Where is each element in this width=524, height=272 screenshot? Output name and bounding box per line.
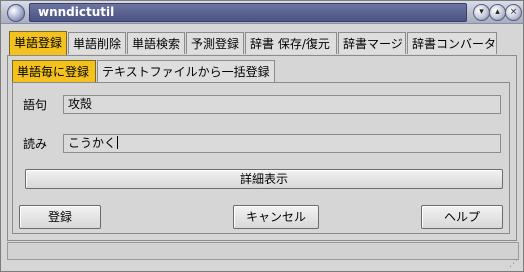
title-bar[interactable]: wnndictutil ▾ ▴ × — [1, 1, 523, 24]
tab-bulk-from-file[interactable]: テキストファイルから一括登録 — [97, 60, 275, 82]
cancel-button[interactable]: キャンセル — [233, 205, 319, 229]
word-value: 攻殻 — [68, 97, 93, 111]
window-title: wnndictutil — [38, 5, 115, 19]
register-panel: 単語毎に登録 テキストファイルから一括登録 語句 攻殻 読み こうかく 詳細表示… — [7, 55, 517, 241]
tab-dict-merge[interactable]: 辞書マージ — [338, 32, 406, 54]
tab-register-each[interactable]: 単語毎に登録 — [12, 60, 96, 82]
help-button[interactable]: ヘルプ — [421, 205, 503, 229]
register-button[interactable]: 登録 — [19, 205, 101, 229]
app-window: wnndictutil ▾ ▴ × 単語登録 単語削除 単語検索 予測登録 辞書… — [0, 0, 524, 272]
title-label-box: wnndictutil — [29, 3, 467, 22]
word-field[interactable]: 攻殻 — [63, 95, 501, 114]
reading-label: 読み — [23, 137, 48, 151]
register-form: 語句 攻殻 読み こうかく 詳細表示 登録 キャンセル ヘルプ — [12, 82, 510, 234]
text-caret — [117, 136, 119, 149]
word-label: 語句 — [23, 98, 48, 112]
details-button[interactable]: 詳細表示 — [25, 169, 503, 189]
tab-dict-converter[interactable]: 辞書コンバータ — [407, 32, 497, 54]
app-menu-icon[interactable] — [7, 4, 25, 22]
reading-value: こうかく — [68, 136, 117, 150]
resize-grip-icon[interactable]: ⋰ — [509, 259, 521, 269]
maximize-icon[interactable]: ▴ — [489, 4, 506, 21]
minimize-icon[interactable]: ▾ — [473, 4, 490, 21]
tab-dict-save-restore[interactable]: 辞書 保存/復元 — [245, 32, 337, 54]
tab-search-word[interactable]: 単語検索 — [127, 32, 185, 54]
reading-field[interactable]: こうかく — [63, 134, 501, 153]
close-icon[interactable]: × — [505, 4, 522, 21]
tab-predict-register[interactable]: 予測登録 — [186, 32, 244, 54]
status-bar — [7, 242, 519, 260]
tab-register-word[interactable]: 単語登録 — [9, 31, 67, 55]
tab-delete-word[interactable]: 単語削除 — [68, 32, 126, 54]
